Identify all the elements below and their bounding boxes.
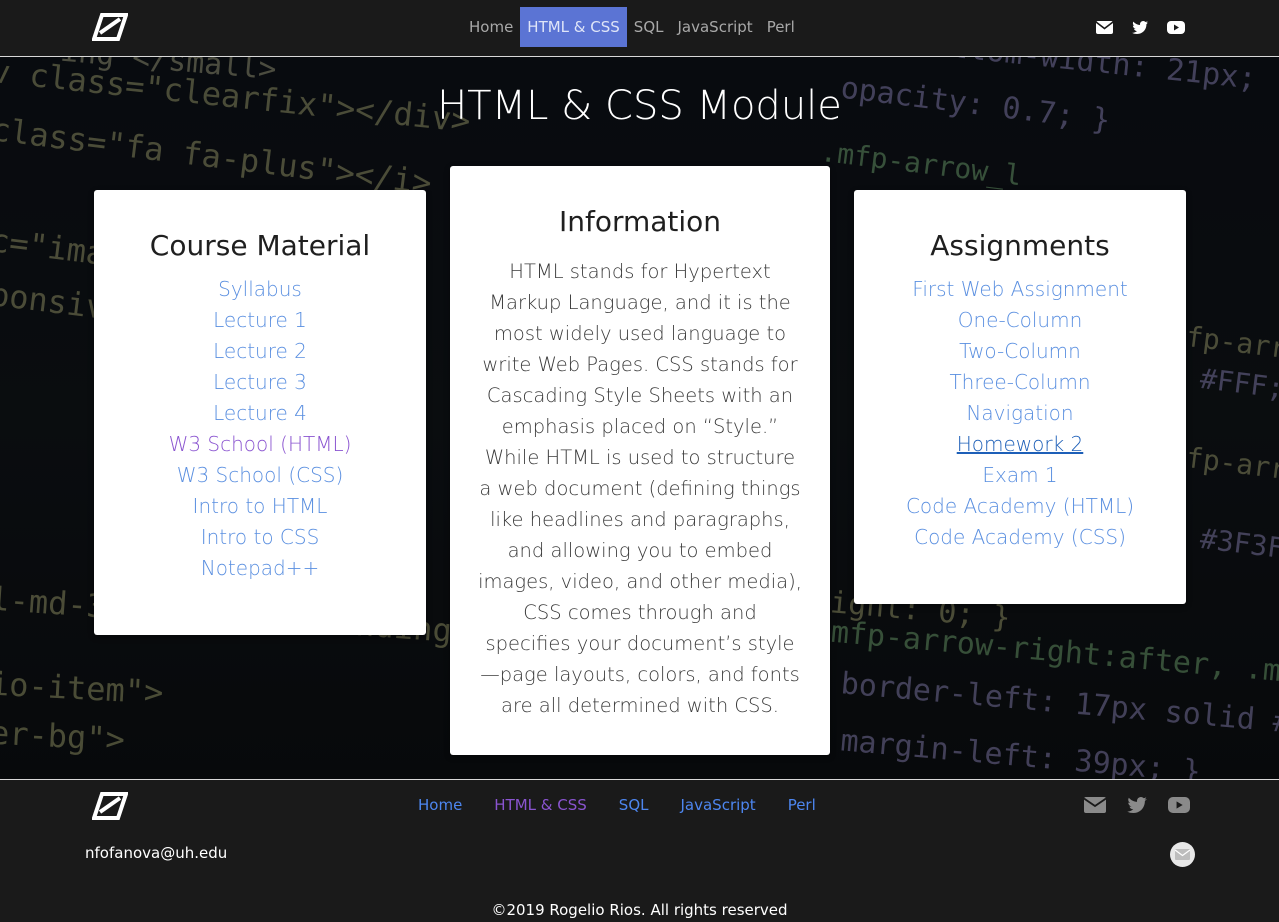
link-navigation[interactable]: Navigation xyxy=(854,398,1186,429)
footer-link-javascript[interactable]: JavaScript xyxy=(680,796,755,814)
information-card: Information HTML stands for Hypertext Ma… xyxy=(450,166,830,755)
link-intro-to-css[interactable]: Intro to CSS xyxy=(94,522,426,553)
footer-link-perl[interactable]: Perl xyxy=(788,796,816,814)
link-lecture-4[interactable]: Lecture 4 xyxy=(94,398,426,429)
assignments-links: First Web Assignment One-Column Two-Colu… xyxy=(854,274,1186,553)
main-nav: Home HTML & CSS SQL JavaScript Perl xyxy=(462,7,802,47)
hero-section: ing"</small> v class="clearfix"></div> c… xyxy=(0,57,1279,779)
nav-perl[interactable]: Perl xyxy=(760,7,802,47)
link-w3-school-css[interactable]: W3 School (CSS) xyxy=(94,460,426,491)
footer-social-links xyxy=(1084,794,1190,816)
top-navbar: Home HTML & CSS SQL JavaScript Perl xyxy=(0,0,1279,57)
twitter-icon[interactable] xyxy=(1126,794,1148,816)
contact-email[interactable]: nfofanova@uh.edu xyxy=(85,844,227,862)
header-social-links xyxy=(1095,18,1185,36)
link-one-column[interactable]: One-Column xyxy=(854,305,1186,336)
nav-html-css[interactable]: HTML & CSS xyxy=(520,7,627,47)
link-exam-1[interactable]: Exam 1 xyxy=(854,460,1186,491)
link-homework-2[interactable]: Homework 2 xyxy=(854,429,1186,460)
course-material-heading: Course Material xyxy=(149,229,371,262)
course-material-links: Syllabus Lecture 1 Lecture 2 Lecture 3 L… xyxy=(94,274,426,584)
mail-button[interactable] xyxy=(1170,842,1195,867)
link-lecture-3[interactable]: Lecture 3 xyxy=(94,367,426,398)
information-heading: Information xyxy=(558,205,722,238)
envelope-icon[interactable] xyxy=(1084,794,1106,816)
footer-link-home[interactable]: Home xyxy=(418,796,462,814)
assignments-card: Assignments First Web Assignment One-Col… xyxy=(854,190,1186,604)
link-three-column[interactable]: Three-Column xyxy=(854,367,1186,398)
link-two-column[interactable]: Two-Column xyxy=(854,336,1186,367)
link-intro-to-html[interactable]: Intro to HTML xyxy=(94,491,426,522)
youtube-icon[interactable] xyxy=(1168,794,1190,816)
information-text: HTML stands for Hypertext Markup Languag… xyxy=(478,260,802,717)
link-code-academy-html[interactable]: Code Academy (HTML) xyxy=(854,491,1186,522)
link-code-academy-css[interactable]: Code Academy (CSS) xyxy=(854,522,1186,553)
footer-nav: Home HTML & CSS SQL JavaScript Perl xyxy=(418,796,816,814)
copyright-text: ©2019 Rogelio Rios. All rights reserved xyxy=(491,901,788,919)
envelope-icon xyxy=(1175,849,1190,860)
envelope-icon[interactable] xyxy=(1095,18,1113,36)
link-first-web-assignment[interactable]: First Web Assignment xyxy=(854,274,1186,305)
link-w3-school-html[interactable]: W3 School (HTML) xyxy=(94,429,426,460)
link-syllabus[interactable]: Syllabus xyxy=(94,274,426,305)
link-notepad-plus-plus[interactable]: Notepad++ xyxy=(94,553,426,584)
footer-link-html-css[interactable]: HTML & CSS xyxy=(494,796,587,814)
nav-javascript[interactable]: JavaScript xyxy=(670,7,759,47)
course-material-card: Course Material Syllabus Lecture 1 Lectu… xyxy=(94,190,426,635)
footer-logo-icon[interactable] xyxy=(91,792,129,820)
site-logo-icon[interactable] xyxy=(91,13,129,41)
nav-home[interactable]: Home xyxy=(462,7,520,47)
twitter-icon[interactable] xyxy=(1131,18,1149,36)
footer: Home HTML & CSS SQL JavaScript Perl nfof… xyxy=(0,779,1279,922)
assignments-heading: Assignments xyxy=(930,229,1110,262)
nav-sql[interactable]: SQL xyxy=(627,7,671,47)
page-title: HTML & CSS Module xyxy=(437,83,842,129)
youtube-icon[interactable] xyxy=(1167,18,1185,36)
link-lecture-2[interactable]: Lecture 2 xyxy=(94,336,426,367)
footer-link-sql[interactable]: SQL xyxy=(619,796,649,814)
link-lecture-1[interactable]: Lecture 1 xyxy=(94,305,426,336)
